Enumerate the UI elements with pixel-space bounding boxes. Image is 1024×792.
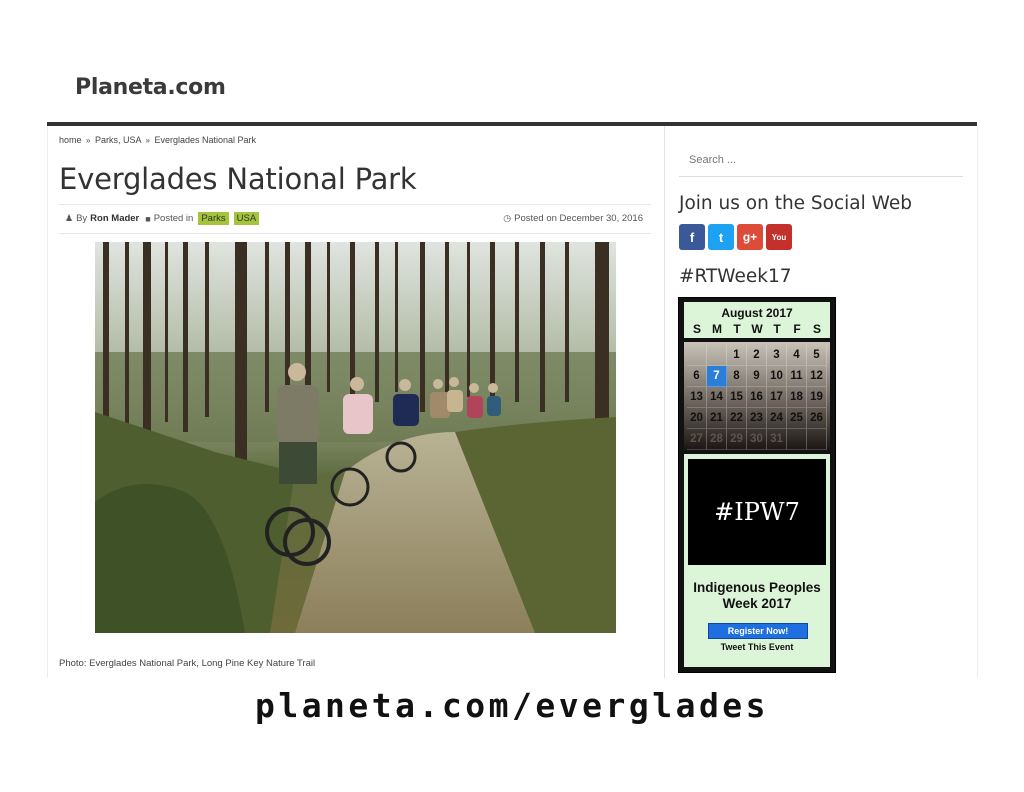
weekday-label: M bbox=[712, 322, 722, 336]
calendar-day[interactable]: 13 bbox=[687, 387, 707, 408]
breadcrumb: home » Parks, USA » Everglades National … bbox=[59, 135, 256, 145]
calendar-day[interactable]: 15 bbox=[727, 387, 747, 408]
breadcrumb-separator: » bbox=[86, 136, 91, 145]
calendar-day[interactable]: 4 bbox=[787, 345, 807, 366]
calendar-empty-cell bbox=[707, 345, 727, 366]
post-meta: ♟ By Ron Mader ■ Posted in Parks USA ◷ P… bbox=[59, 204, 651, 234]
calendar-empty-cell bbox=[687, 345, 707, 366]
calendar-day[interactable]: 28 bbox=[707, 429, 727, 450]
calendar-empty-cell bbox=[787, 429, 807, 450]
calendar-day[interactable]: 12 bbox=[807, 366, 827, 387]
ipw-title-line: Week 2017 bbox=[722, 596, 792, 611]
ipw-image[interactable]: #IPW7 bbox=[688, 459, 826, 565]
calendar-day[interactable]: 31 bbox=[767, 429, 787, 450]
calendar-day[interactable]: 10 bbox=[767, 366, 787, 387]
author-link[interactable]: Ron Mader bbox=[90, 213, 139, 224]
twitter-icon[interactable]: t bbox=[708, 224, 734, 250]
breadcrumb-current: Everglades National Park bbox=[154, 135, 257, 145]
search-box[interactable] bbox=[679, 146, 963, 177]
youtube-icon[interactable]: You bbox=[766, 224, 792, 250]
photo-caption: Photo: Everglades National Park, Long Pi… bbox=[59, 658, 316, 669]
calendar-day[interactable]: 26 bbox=[807, 408, 827, 429]
calendar-day[interactable]: 17 bbox=[767, 387, 787, 408]
calendar-day[interactable]: 19 bbox=[807, 387, 827, 408]
calendar-day[interactable]: 2 bbox=[747, 345, 767, 366]
rtweek-title: #RTWeek17 bbox=[679, 266, 792, 287]
calendar-day[interactable]: 16 bbox=[747, 387, 767, 408]
folder-icon: ■ bbox=[145, 213, 151, 224]
tweet-event-link[interactable]: Tweet This Event bbox=[684, 642, 830, 652]
social-icons: f t g+ You bbox=[679, 224, 792, 250]
calendar-day[interactable]: 5 bbox=[807, 345, 827, 366]
breadcrumb-home[interactable]: home bbox=[59, 135, 82, 145]
calendar-day[interactable]: 18 bbox=[787, 387, 807, 408]
calendar-month: August 2017 bbox=[721, 306, 793, 320]
calendar-grid: 1 2 3 4 5 6 7 8 9 10 11 12 13 14 15 16 17 18 19 20 21 22 23 24 2… bbox=[684, 342, 830, 450]
weekday-label: S bbox=[692, 322, 701, 336]
main-content: home » Parks, USA » Everglades National … bbox=[47, 126, 665, 678]
ipw-promo: #IPW7 Indigenous Peoples Week 2017 Regis… bbox=[684, 454, 830, 667]
calendar-day[interactable]: 8 bbox=[727, 366, 747, 387]
weekday-label: S bbox=[812, 322, 821, 336]
ipw-title: Indigenous Peoples Week 2017 bbox=[684, 580, 830, 612]
breadcrumb-separator: » bbox=[145, 136, 150, 145]
calendar-day[interactable]: 27 bbox=[687, 429, 707, 450]
calendar-day[interactable]: 30 bbox=[747, 429, 767, 450]
calendar-day[interactable]: 21 bbox=[707, 408, 727, 429]
tag-parks[interactable]: Parks bbox=[198, 212, 229, 225]
calendar-day[interactable]: 14 bbox=[707, 387, 727, 408]
footer-url: planeta.com/everglades bbox=[254, 686, 770, 725]
register-button[interactable]: Register Now! bbox=[708, 623, 808, 639]
tag-usa[interactable]: USA bbox=[233, 212, 260, 225]
calendar-empty-cell bbox=[807, 429, 827, 450]
calendar-day[interactable]: 1 bbox=[727, 345, 747, 366]
event-widget: August 2017 S M T W T F S 1 2 3 4 5 6 7 8 9 10 11 1… bbox=[678, 297, 836, 673]
calendar-day[interactable]: 29 bbox=[727, 429, 747, 450]
post-photo bbox=[95, 242, 616, 633]
calendar-day[interactable]: 7 bbox=[707, 366, 727, 387]
site-title[interactable]: Planeta.com bbox=[75, 75, 226, 100]
google-plus-icon[interactable]: g+ bbox=[737, 224, 763, 250]
calendar-weekdays: S M T W T F S bbox=[684, 320, 830, 338]
weekday-label: W bbox=[751, 322, 763, 336]
post-title: Everglades National Park bbox=[59, 162, 417, 196]
calendar-header: August 2017 S M T W T F S bbox=[684, 302, 830, 338]
calendar-day[interactable]: 24 bbox=[767, 408, 787, 429]
facebook-icon[interactable]: f bbox=[679, 224, 705, 250]
calendar-day[interactable]: 11 bbox=[787, 366, 807, 387]
clock-icon: ◷ bbox=[503, 213, 512, 223]
calendar-day[interactable]: 25 bbox=[787, 408, 807, 429]
user-icon: ♟ bbox=[65, 213, 74, 223]
breadcrumb-parent[interactable]: Parks, USA bbox=[95, 135, 141, 145]
social-widget-title: Join us on the Social Web bbox=[679, 193, 912, 214]
ipw-title-line: Indigenous Peoples bbox=[693, 580, 821, 595]
search-input[interactable] bbox=[687, 153, 951, 167]
calendar-day[interactable]: 3 bbox=[767, 345, 787, 366]
weekday-label: F bbox=[793, 322, 801, 336]
by-label: By bbox=[76, 213, 88, 224]
calendar-day[interactable]: 22 bbox=[727, 408, 747, 429]
post-date: Posted on December 30, 2016 bbox=[514, 213, 643, 224]
calendar-day[interactable]: 6 bbox=[687, 366, 707, 387]
calendar-day[interactable]: 9 bbox=[747, 366, 767, 387]
weekday-label: T bbox=[773, 322, 781, 336]
calendar-day[interactable]: 23 bbox=[747, 408, 767, 429]
posted-in-label: Posted in bbox=[153, 213, 194, 224]
weekday-label: T bbox=[733, 322, 741, 336]
calendar-day[interactable]: 20 bbox=[687, 408, 707, 429]
